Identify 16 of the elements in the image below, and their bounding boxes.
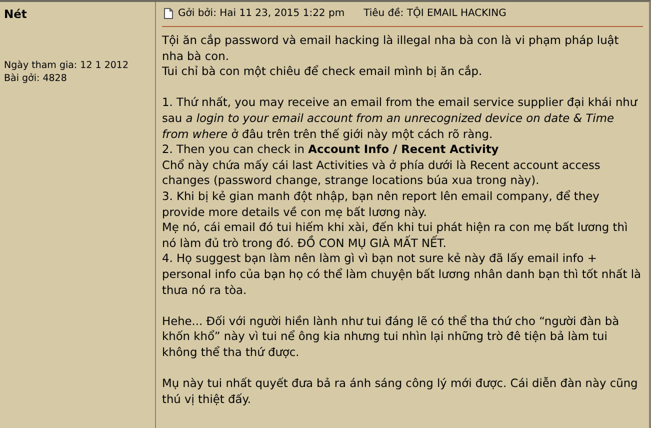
post-text: Tội ăn cắp password và email hacking là illegal nha bà con là vi phạm pháp luật nha bà con.: [162, 33, 620, 64]
post-text: Hehe... Đối với người hiền lành như tui đáng lẽ có thể tha thứ cho “người đàn bà khốn khổ” này vì tui nể ông kia nhưng tui nhìn lại những trò đê tiện bả làm tui không thể tha thứ được.: [162, 314, 620, 360]
post-text: 3. Khi bị kẻ gian manh đột nhập, bạn nên report lên email company, để they provide more details về con mẹ bất lương này.: [162, 188, 600, 220]
author-name: Nét: [4, 7, 28, 21]
join-date: Ngày tham gia: 12 1 2012: [4, 59, 130, 72]
post-text: 4. Họ suggest bạn làm nên làm gì vì bạn not sure kẻ này đã lấy email info + personal info của bạn họ có thể làm chuyện bất lương nhân danh bạn thì tốt nhất là thưa nó ra tòa.: [162, 251, 642, 298]
post-text: Tui chỉ bà con một chiêu để check email mình bị ăn cắp.: [162, 64, 484, 80]
post-date: Gởi bởi: Hai 11 23, 2015 1:22 pm: [178, 8, 345, 19]
document-icon: [164, 8, 173, 19]
post-text: 2. Then you can check in Account Info / Recent Activity: [162, 142, 500, 158]
post-text: Chổ này chứa mấy cái last Activities và ở phía dưới là Recent account access changes (password change, strange locations búa xua trong này).: [162, 158, 602, 189]
post-count: Bài gởi: 4828: [4, 72, 68, 85]
post-subject: Tiêu đề: TỘI EMAIL HACKING: [364, 8, 506, 19]
post-text: Mẹ nó, cái email đó tui hiếm khi xài, đến khi tui phát hiện ra con mẹ bất lương thì nó làm đủ trò trong đó. ĐỒ CON MỤ GIÀ MẤT NẾT.: [162, 220, 629, 252]
post-text: 1. Thứ nhất, you may receive an email from the email service supplier đại khái như sau a login to your email account from an unrecognized device on date & Time from where ở đâu trên trên thế giới này một cách rõ ràng.: [162, 95, 638, 142]
post-text: Mụ này tui nhất quyết đưa bả ra ánh sáng công lý mới được. Cái diễn đàn này cũng thú vị thiệt đấy.: [162, 376, 639, 408]
